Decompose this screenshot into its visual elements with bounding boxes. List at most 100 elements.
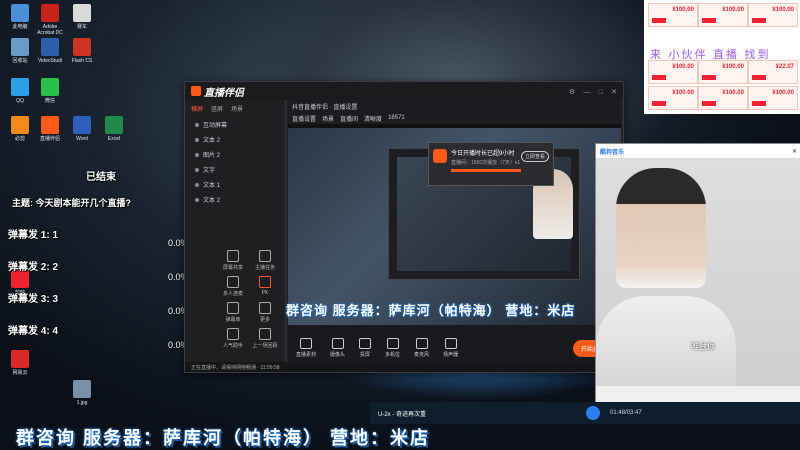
eye-icon[interactable] [195,167,199,172]
toolbar-item[interactable]: 清晰度 [364,114,382,123]
desktop-icon[interactable]: 必剪 [4,116,36,142]
play-pause-button[interactable] [586,406,601,420]
close-icon[interactable]: ✕ [611,89,617,96]
eye-icon[interactable] [195,122,199,127]
desktop-icon[interactable]: 网易云 [4,350,36,376]
mic-button[interactable]: 麦克风 [414,338,429,358]
image-icon [73,380,91,398]
music-icon [11,350,29,368]
pdf-icon [41,4,59,22]
scene-sidebar: 横屏 竖屏 场景 互动屏幕 文本 2 图片 2 文字 文本 1 文本 2 屏幕共… [185,100,286,372]
status-bar: 正在直播中，请保持网络畅通 · 11:59:58 [185,362,623,372]
task-icon [259,250,271,262]
desktop-icon[interactable]: 微信 [34,78,66,104]
desktop-icon[interactable]: 赛车 [66,4,98,30]
app-logo-icon [191,86,201,96]
desktop-icon[interactable]: Word [66,116,98,142]
scene-item[interactable]: 文本 1 [185,177,285,192]
tab-scene[interactable]: 场景 [231,104,243,113]
camera-button[interactable]: 摄像头 [330,338,345,358]
camera-icon [331,338,344,349]
desktop-icon[interactable]: Adobe Acrobat DC [34,4,66,36]
computer-icon [11,4,29,22]
tool-screen-share[interactable]: 屏幕共享 [219,250,247,271]
coupon-card[interactable]: ¥100.00 [698,60,748,84]
music-player-window: 酷狗音乐 ✕ 唯独你 [595,143,800,417]
desktop-icon[interactable]: 此电脑 [4,4,36,30]
player-titlebar: 酷狗音乐 ✕ [596,144,800,158]
maximize-icon[interactable]: □ [599,89,603,96]
tool-review[interactable]: 上一场回顾 [251,328,279,349]
coupon-button [752,101,766,106]
player-title: 酷狗音乐 [600,149,625,156]
cast-button[interactable]: 投屏 [359,338,372,358]
eye-icon[interactable] [195,137,199,142]
coupon-button [652,101,666,106]
poll-option: 弹幕发 2: 2 [8,262,59,273]
desktop-icon[interactable]: 1.jpg [66,380,98,406]
toolbar-item[interactable]: 场景 [322,114,334,123]
eye-icon[interactable] [195,182,199,187]
coupon-button [702,101,716,106]
notice-view-button[interactable]: 立即查看 [520,151,549,162]
desktop-icon[interactable]: 回收站 [4,38,36,64]
handwritten-note: 来 小伙伴 直播 找到 [650,48,771,61]
scene-item[interactable]: 互动屏幕 [185,117,285,132]
tab-landscape[interactable]: 横屏 [191,104,203,113]
minimize-icon[interactable]: — [583,89,590,96]
file-icon [73,4,91,22]
scene-item[interactable]: 图片 2 [185,147,285,162]
desktop-icon[interactable]: QQ [4,78,36,104]
tab-portrait[interactable]: 竖屏 [211,104,223,113]
scene-item[interactable]: 文本 2 [185,132,285,147]
comment-icon [227,302,239,314]
tool-more[interactable]: 更多 [251,302,279,323]
coupon-card[interactable]: ¥22.07 [748,60,798,84]
poll-option: 弹幕发 1: 1 [8,230,59,241]
coupon-card[interactable]: ¥100.00 [648,3,698,27]
tool-multi-mic[interactable]: 多人连麦 [219,276,247,297]
desktop-icon[interactable]: Flash CS [66,38,98,64]
video-icon [41,38,59,56]
lyric-caption: 唯独你 [691,342,715,351]
pk-icon [259,276,271,288]
multi-camera-icon [386,338,399,349]
desktop-icon[interactable]: 直播伴侣 [34,116,66,142]
toolbar-item[interactable]: 直播间 [340,114,358,123]
tool-pk[interactable]: PK [251,276,279,296]
excel-icon [105,116,123,134]
scene-item[interactable]: 文字 [185,162,285,177]
desktop-icon[interactable]: VideoStudi [34,38,66,64]
player-close-icon[interactable]: ✕ [792,148,797,155]
coupon-button [752,75,766,80]
coupon-card[interactable]: ¥100.00 [698,3,748,27]
settings-icon[interactable]: ⚙ [569,89,575,96]
coupon-card[interactable]: ¥100.00 [698,86,748,110]
speaker-button[interactable]: 扬声器 [443,338,458,358]
poll-option: 弹幕发 4: 4 [8,326,59,337]
grid-icon [259,302,271,314]
desktop-icon[interactable]: Excel [98,116,130,142]
artist-shirt [596,296,736,386]
eye-icon[interactable] [195,152,199,157]
coupon-card[interactable]: ¥100.00 [748,3,798,27]
scene-item[interactable]: 文本 2 [185,192,285,207]
coupon-card[interactable]: ¥100.00 [648,60,698,84]
material-icon [300,338,312,349]
coupon-card[interactable]: ¥100.00 [748,86,798,110]
speaker-icon [444,338,457,349]
tool-popularity[interactable]: 人气助手 [219,328,247,349]
toolbar-item[interactable]: 直播设置 [292,114,316,123]
screen-icon [227,250,239,262]
coupon-button [702,75,716,80]
app-titlebar: 直播伴侣 ⚙ — □ ✕ [185,82,623,100]
notice-popup: 今日开播时长已超9小时 直播间：1500次播放（7天）x1 立即查看 [428,142,554,186]
multi-camera-button[interactable]: 多机位 [385,338,400,358]
material-button[interactable]: 直播素材 [296,338,316,358]
notice-subtitle: 直播间：1500次播放（7天）x1 [451,160,521,166]
tool-host-task[interactable]: 主播任务 [251,250,279,271]
tool-danmaku[interactable]: 弹幕库 [219,302,247,323]
coupon-card[interactable]: ¥100.00 [648,86,698,110]
preview-header: 抖音直播伴侣 · 直播设置 [288,100,621,112]
eye-icon[interactable] [195,197,199,202]
